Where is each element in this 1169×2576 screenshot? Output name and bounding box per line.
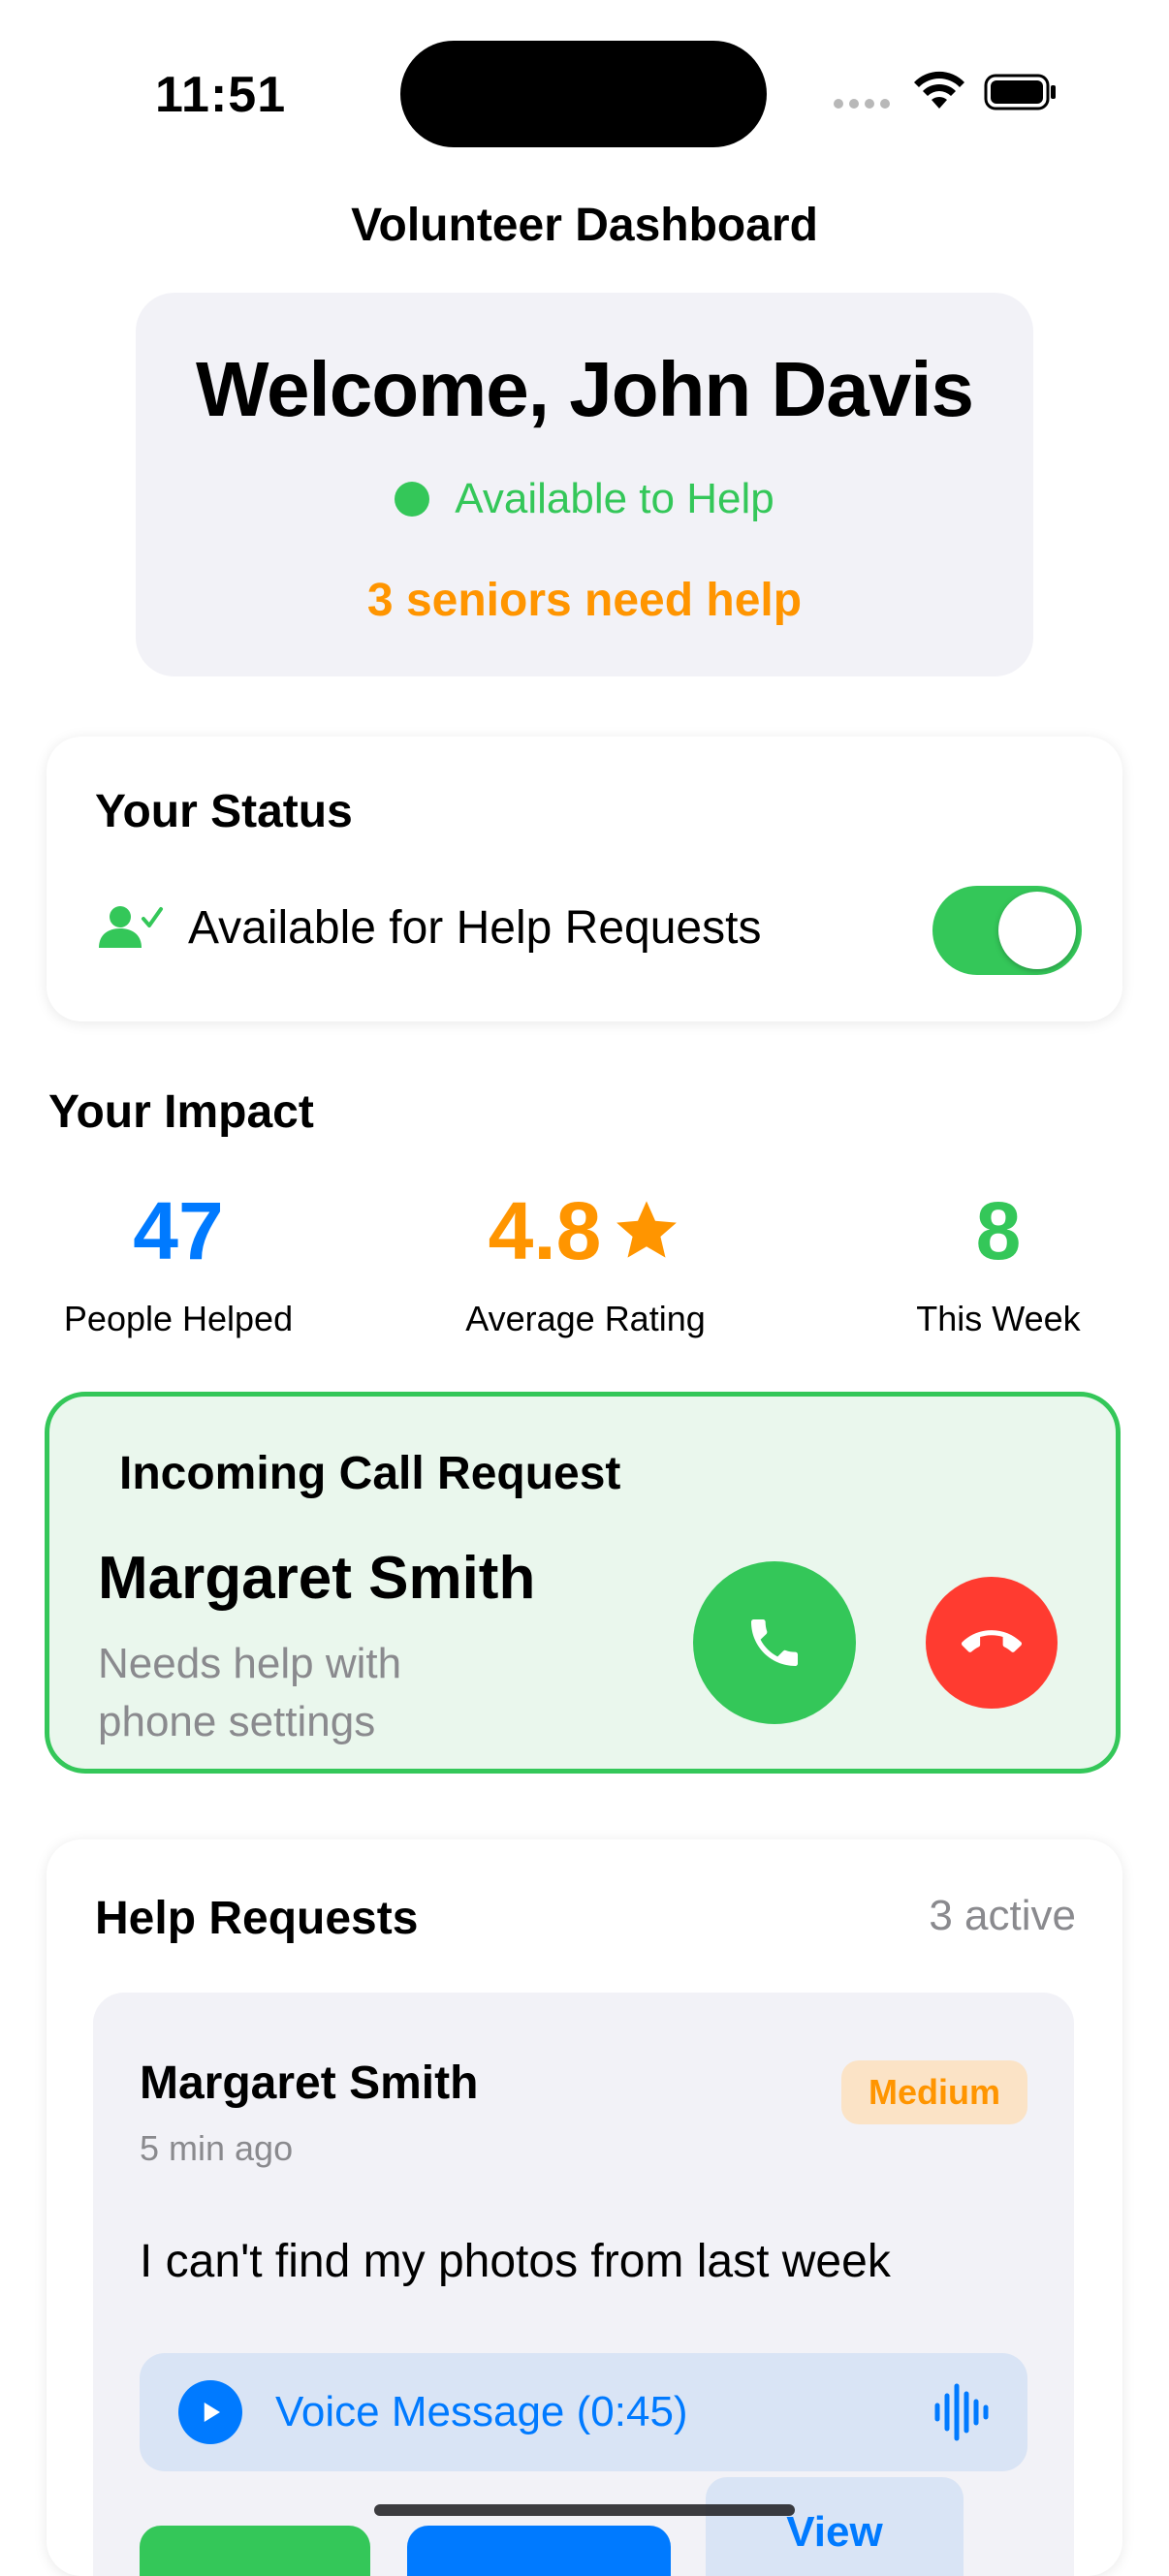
star-icon bbox=[616, 1201, 678, 1258]
availability-toggle[interactable] bbox=[932, 886, 1082, 975]
accept-call-button[interactable] bbox=[693, 1561, 856, 1724]
stat-average-rating: 4.8 Average Rating bbox=[421, 1182, 750, 1339]
stat-label: Average Rating bbox=[465, 1299, 706, 1338]
availability-text: Available to Help bbox=[455, 475, 774, 522]
battery-icon bbox=[984, 74, 1056, 110]
priority-badge: Medium bbox=[841, 2060, 1027, 2124]
welcome-greeting: Welcome, John Davis bbox=[195, 346, 974, 432]
toggle-knob bbox=[998, 892, 1076, 969]
availability-toggle-label: Available for Help Requests bbox=[188, 902, 762, 954]
play-icon bbox=[204, 2403, 220, 2422]
decline-call-button[interactable] bbox=[926, 1577, 1058, 1709]
incoming-call-card: Incoming Call Request Margaret Smith Nee… bbox=[45, 1392, 1121, 1774]
phone-down-icon bbox=[962, 1630, 1022, 1652]
help-requests-title: Help Requests bbox=[95, 1893, 419, 1944]
stat-label: This Week bbox=[916, 1299, 1081, 1338]
status-time: 11:51 bbox=[155, 67, 287, 123]
waveform-icon bbox=[934, 2383, 989, 2441]
stat-this-week: 8 This Week bbox=[834, 1182, 1163, 1339]
page-title: Volunteer Dashboard bbox=[351, 200, 818, 251]
signal-dots-icon bbox=[834, 99, 890, 109]
request-message: I can't find my photos from last week bbox=[140, 2236, 891, 2287]
caller-name: Margaret Smith bbox=[98, 1545, 536, 1612]
incoming-call-title: Incoming Call Request bbox=[119, 1448, 621, 1499]
voice-message-player[interactable]: Voice Message (0:45) bbox=[140, 2353, 1027, 2471]
help-requests-card: Help Requests 3 active Margaret Smith 5 … bbox=[47, 1839, 1122, 2576]
welcome-card: Welcome, John Davis Available to Help 3 … bbox=[136, 293, 1033, 676]
dynamic-island bbox=[400, 41, 767, 147]
wifi-icon bbox=[914, 71, 964, 109]
request-time: 5 min ago bbox=[140, 2128, 294, 2168]
caller-description: Needs help with phone settings bbox=[98, 1640, 402, 1745]
person-checkmark-icon bbox=[99, 906, 163, 948]
call-request-button[interactable] bbox=[407, 2526, 671, 2576]
stat-value-row: 4.8 bbox=[421, 1182, 750, 1279]
seniors-need-help-text: 3 seniors need help bbox=[366, 575, 803, 626]
help-request-item[interactable]: Margaret Smith 5 min ago Medium I can't … bbox=[93, 1993, 1074, 2576]
home-indicator[interactable] bbox=[374, 2504, 795, 2516]
availability-indicator: Available to Help bbox=[136, 475, 1033, 523]
stat-value: 47 bbox=[133, 1184, 224, 1276]
stat-people-helped: 47 People Helped bbox=[14, 1182, 343, 1339]
stat-value: 8 bbox=[975, 1184, 1022, 1276]
impact-title: Your Impact bbox=[48, 1086, 314, 1138]
phone-icon bbox=[751, 1619, 798, 1666]
voice-message-label: Voice Message (0:45) bbox=[275, 2388, 688, 2435]
status-dot-icon bbox=[395, 482, 430, 517]
status-card: Your Status Available for Help Requests bbox=[47, 737, 1122, 1021]
accept-request-button[interactable] bbox=[140, 2526, 370, 2576]
status-title: Your Status bbox=[95, 786, 353, 837]
stat-label: People Helped bbox=[63, 1299, 294, 1338]
active-requests-count: 3 active bbox=[929, 1892, 1076, 1939]
play-button[interactable] bbox=[178, 2380, 242, 2444]
view-request-button[interactable]: View bbox=[706, 2477, 964, 2576]
requester-name: Margaret Smith bbox=[140, 2058, 479, 2109]
stat-value: 4.8 bbox=[488, 1184, 602, 1276]
